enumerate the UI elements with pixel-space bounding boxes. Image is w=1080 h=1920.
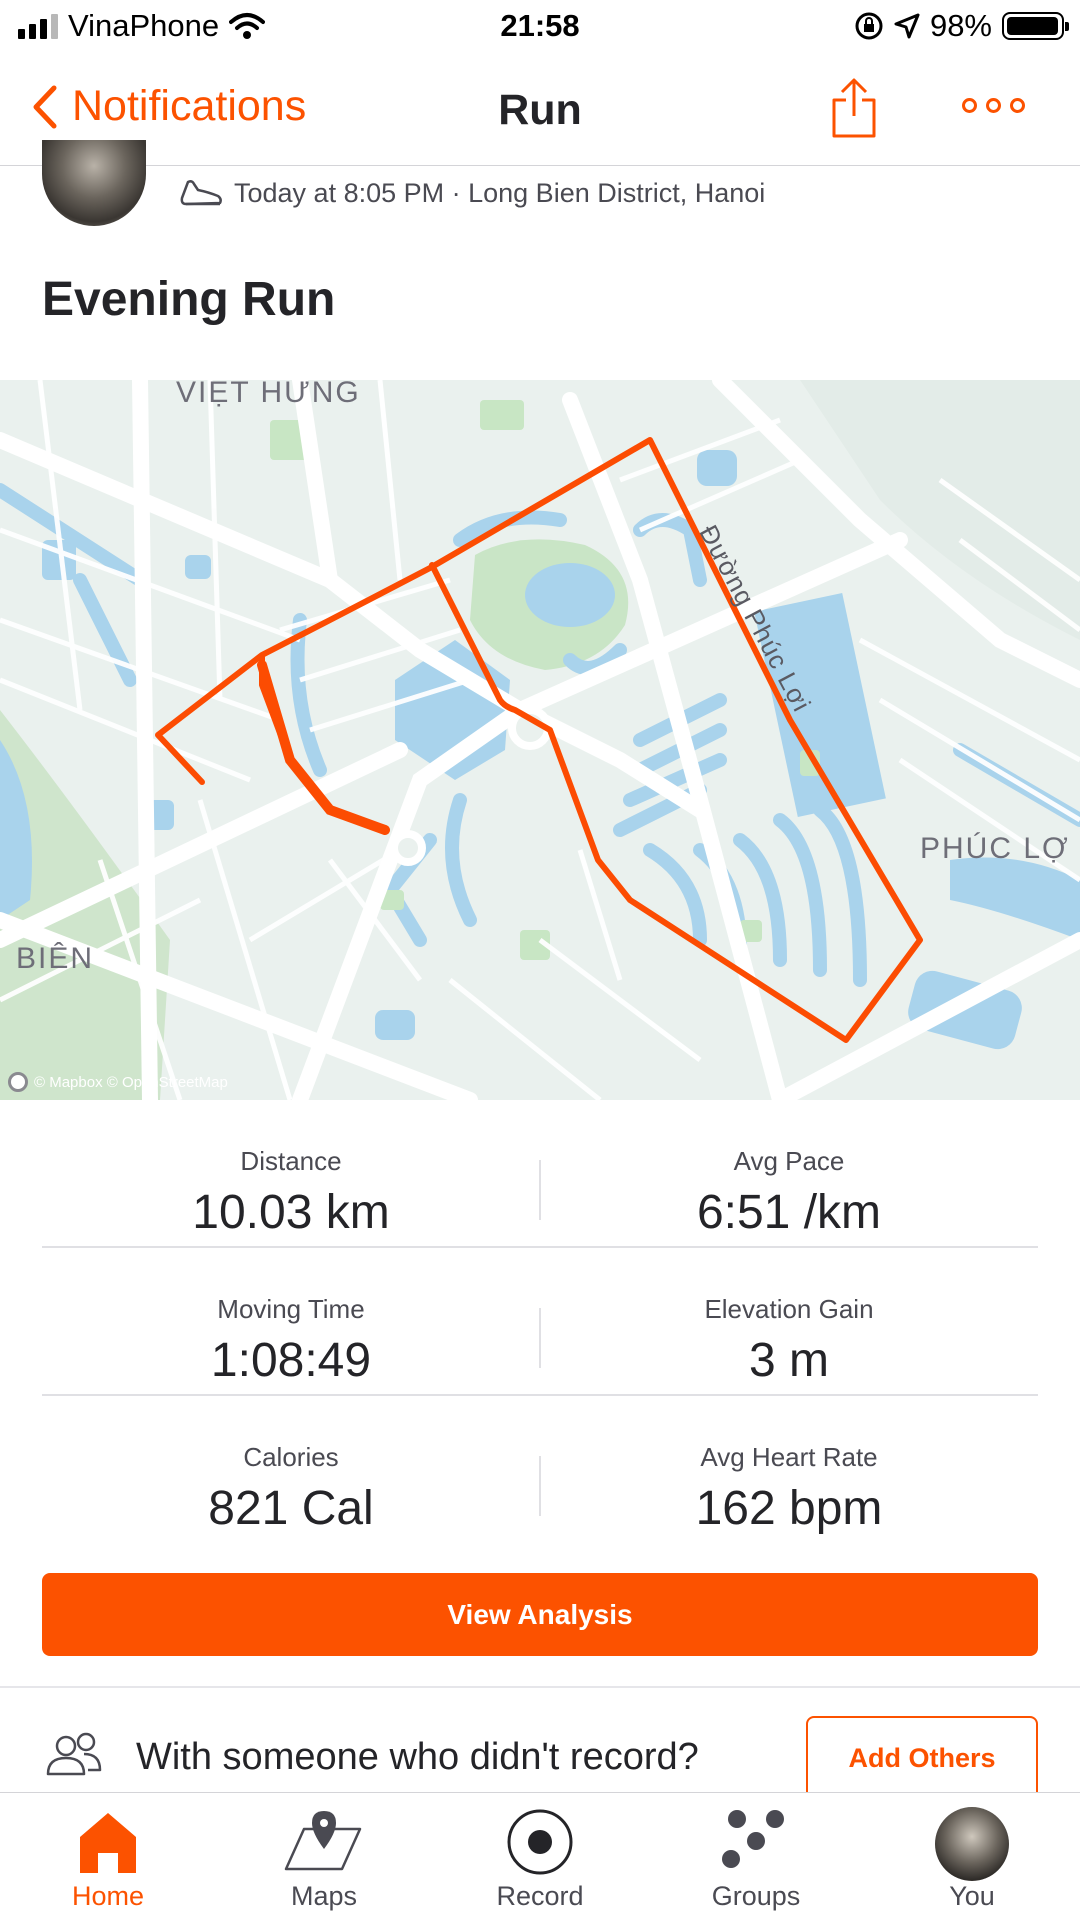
stat-avg-heart-rate: Avg Heart Rate 162 bpm <box>540 1396 1038 1544</box>
more-options-button[interactable] <box>962 98 1025 113</box>
people-icon <box>46 1732 102 1776</box>
map-attribution-text: © Mapbox © OpenStreetMap <box>34 1073 228 1091</box>
route-map[interactable]: VIỆT HƯNG Đường Phúc Lợi PHÚC LỢ BIÊN © … <box>0 380 1080 1100</box>
battery-icon <box>1002 12 1069 40</box>
more-dot <box>986 98 1001 113</box>
maps-icon <box>284 1811 362 1871</box>
activity-title: Evening Run <box>42 273 336 326</box>
map-label-viet-hung: VIỆT HƯNG <box>176 380 361 409</box>
tab-record[interactable]: Record <box>432 1793 648 1920</box>
stat-distance: Distance 10.03 km <box>42 1100 540 1248</box>
section-divider <box>0 1686 1080 1688</box>
share-icon <box>832 78 876 138</box>
tab-bar: Home Maps Record Groups You <box>0 1792 1080 1920</box>
back-button[interactable]: Notifications <box>30 82 306 131</box>
with-someone-text: With someone who didn't record? <box>136 1736 699 1778</box>
add-others-button[interactable]: Add Others <box>806 1716 1038 1800</box>
tab-label: Home <box>71 1881 145 1911</box>
activity-meta-text: Today at 8:05 PM · Long Bien District, H… <box>234 177 766 208</box>
stats-row: Calories 821 Cal Avg Heart Rate 162 bpm <box>42 1396 1038 1544</box>
map-canvas <box>0 380 1080 1100</box>
stat-moving-time: Moving Time 1:08:49 <box>42 1248 540 1396</box>
stat-value: 162 bpm <box>695 1482 883 1535</box>
stat-calories: Calories 821 Cal <box>42 1396 540 1544</box>
more-dot <box>1010 98 1025 113</box>
stat-label: Avg Heart Rate <box>700 1442 878 1472</box>
view-analysis-button[interactable]: View Analysis <box>42 1573 1038 1656</box>
stat-value: 3 m <box>748 1334 829 1387</box>
map-attribution[interactable]: © Mapbox © OpenStreetMap <box>8 1072 228 1092</box>
stat-label: Elevation Gain <box>704 1294 874 1324</box>
status-bar: VinaPhone 21:58 98% <box>0 0 1080 56</box>
stats-grid: Distance 10.03 km Avg Pace 6:51 /km Movi… <box>42 1100 1038 1544</box>
avatar <box>935 1807 1009 1881</box>
more-dot <box>962 98 977 113</box>
record-icon <box>507 1809 573 1875</box>
battery-percent: 98% <box>929 8 992 43</box>
rotation-lock-icon <box>855 12 883 40</box>
stat-value: 1:08:49 <box>210 1334 372 1387</box>
stat-value: 10.03 km <box>192 1186 390 1239</box>
tab-you[interactable]: You <box>864 1793 1080 1920</box>
groups-icon <box>722 1810 784 1868</box>
tab-home[interactable]: Home <box>0 1793 216 1920</box>
activity-meta: Today at 8:05 PM · Long Bien District, H… <box>178 176 765 210</box>
stat-label: Calories <box>243 1442 339 1472</box>
stats-row: Distance 10.03 km Avg Pace 6:51 /km <box>42 1100 1038 1248</box>
battery-fill <box>1007 17 1058 35</box>
stat-elevation-gain: Elevation Gain 3 m <box>540 1248 1038 1396</box>
tab-label: Record <box>496 1881 584 1911</box>
with-someone-row: With someone who didn't record? Add Othe… <box>0 1690 1080 1800</box>
map-label-phuc-loi: PHÚC LỢ <box>920 832 1070 865</box>
tab-groups[interactable]: Groups <box>648 1793 864 1920</box>
location-icon <box>894 13 920 39</box>
stat-value: 6:51 /km <box>696 1186 882 1239</box>
nav-bar: Notifications Run <box>0 56 1080 166</box>
back-label: Notifications <box>72 82 307 130</box>
tab-maps[interactable]: Maps <box>216 1793 432 1920</box>
athlete-avatar[interactable] <box>42 140 146 226</box>
tab-label: Groups <box>711 1881 801 1911</box>
home-icon <box>80 1813 136 1873</box>
stat-label: Distance <box>240 1146 342 1176</box>
stat-avg-pace: Avg Pace 6:51 /km <box>540 1100 1038 1248</box>
stats-row: Moving Time 1:08:49 Elevation Gain 3 m <box>42 1248 1038 1396</box>
stat-label: Moving Time <box>217 1294 365 1324</box>
chevron-left-icon <box>33 85 57 128</box>
mapbox-logo-icon <box>8 1072 28 1092</box>
share-button[interactable] <box>828 76 880 145</box>
status-right: 98% <box>854 8 1069 44</box>
stat-label: Avg Pace <box>733 1146 845 1176</box>
map-label-bien: BIÊN <box>16 942 95 975</box>
stat-value: 821 Cal <box>208 1482 374 1535</box>
shoe-icon <box>180 180 222 206</box>
tab-label: Maps <box>290 1881 358 1911</box>
tab-label: You <box>949 1881 995 1911</box>
